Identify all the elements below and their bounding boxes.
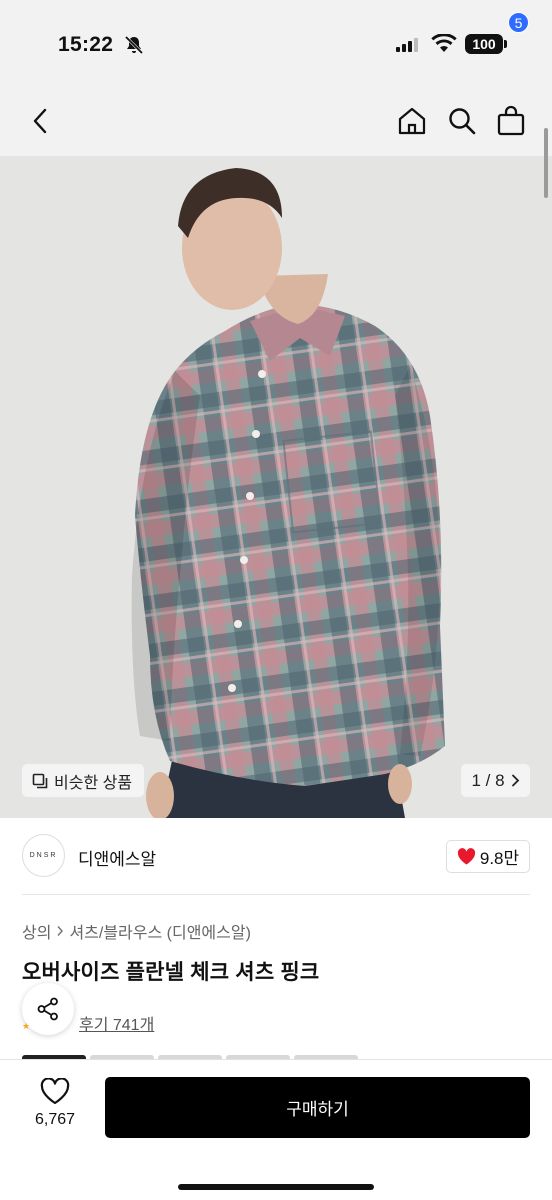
image-page-indicator[interactable]: 1 / 8	[461, 764, 530, 797]
chevron-right-icon	[511, 774, 519, 787]
brand-like-button[interactable]: 9.8만	[446, 840, 530, 873]
home-button[interactable]	[394, 103, 430, 139]
chevron-left-icon	[33, 108, 47, 134]
wifi-icon	[431, 33, 457, 59]
status-time: 15:22	[58, 33, 114, 56]
cart-count-badge: 5	[508, 12, 529, 33]
battery-indicator: 100	[465, 34, 503, 54]
top-nav-bar	[0, 90, 552, 156]
model-photo	[0, 156, 552, 818]
breadcrumb: 상의 셔츠/블라우스 (디앤에스알)	[22, 919, 251, 943]
wishlist-count: 6,767	[34, 1111, 76, 1128]
copy-icon	[32, 773, 48, 788]
breadcrumb-item-category[interactable]: 상의	[22, 919, 51, 943]
breadcrumb-item-subcategory[interactable]: 셔츠/블라우스 (디앤에스알)	[69, 919, 250, 943]
search-icon	[449, 108, 476, 135]
home-icon	[398, 107, 426, 135]
bottom-action-bar: 6,767 구매하기	[0, 1059, 552, 1200]
status-bar: 15:22 100	[0, 0, 552, 90]
back-button[interactable]	[24, 104, 56, 138]
brand-name[interactable]: 디앤에스알	[78, 845, 156, 870]
brand-row[interactable]: DNSR 디앤에스알 9.8만	[0, 830, 552, 886]
battery-tip	[504, 40, 507, 48]
product-title: 오버사이즈 플란넬 체크 셔츠 핑크	[22, 961, 320, 984]
chevron-right-icon	[57, 926, 64, 936]
review-count-link[interactable]: 후기 741개	[79, 1011, 154, 1035]
heart-outline-icon	[40, 1078, 70, 1105]
brand-logo[interactable]: DNSR	[22, 834, 65, 877]
product-image[interactable]: 비슷한 상품 1 / 8	[0, 156, 552, 818]
cellular-signal-icon	[396, 38, 418, 52]
scrollbar[interactable]	[544, 128, 548, 198]
share-icon	[37, 997, 58, 1021]
home-indicator[interactable]	[178, 1184, 374, 1190]
heart-filled-icon	[457, 848, 475, 865]
search-button[interactable]	[444, 103, 480, 139]
buy-button[interactable]: 구매하기	[105, 1077, 530, 1138]
cart-button[interactable]	[493, 103, 529, 139]
wishlist-button[interactable]: 6,767	[28, 1078, 82, 1129]
image-page-text: 1 / 8	[471, 770, 505, 790]
rating-star-icon: ★	[22, 1021, 31, 1031]
brand-like-count: 9.8만	[479, 849, 520, 868]
similar-products-label: 비슷한 상품	[54, 774, 133, 792]
similar-products-button[interactable]: 비슷한 상품	[22, 764, 145, 797]
bell-off-icon	[124, 35, 144, 60]
shopping-bag-icon	[497, 105, 525, 136]
divider	[22, 894, 530, 895]
